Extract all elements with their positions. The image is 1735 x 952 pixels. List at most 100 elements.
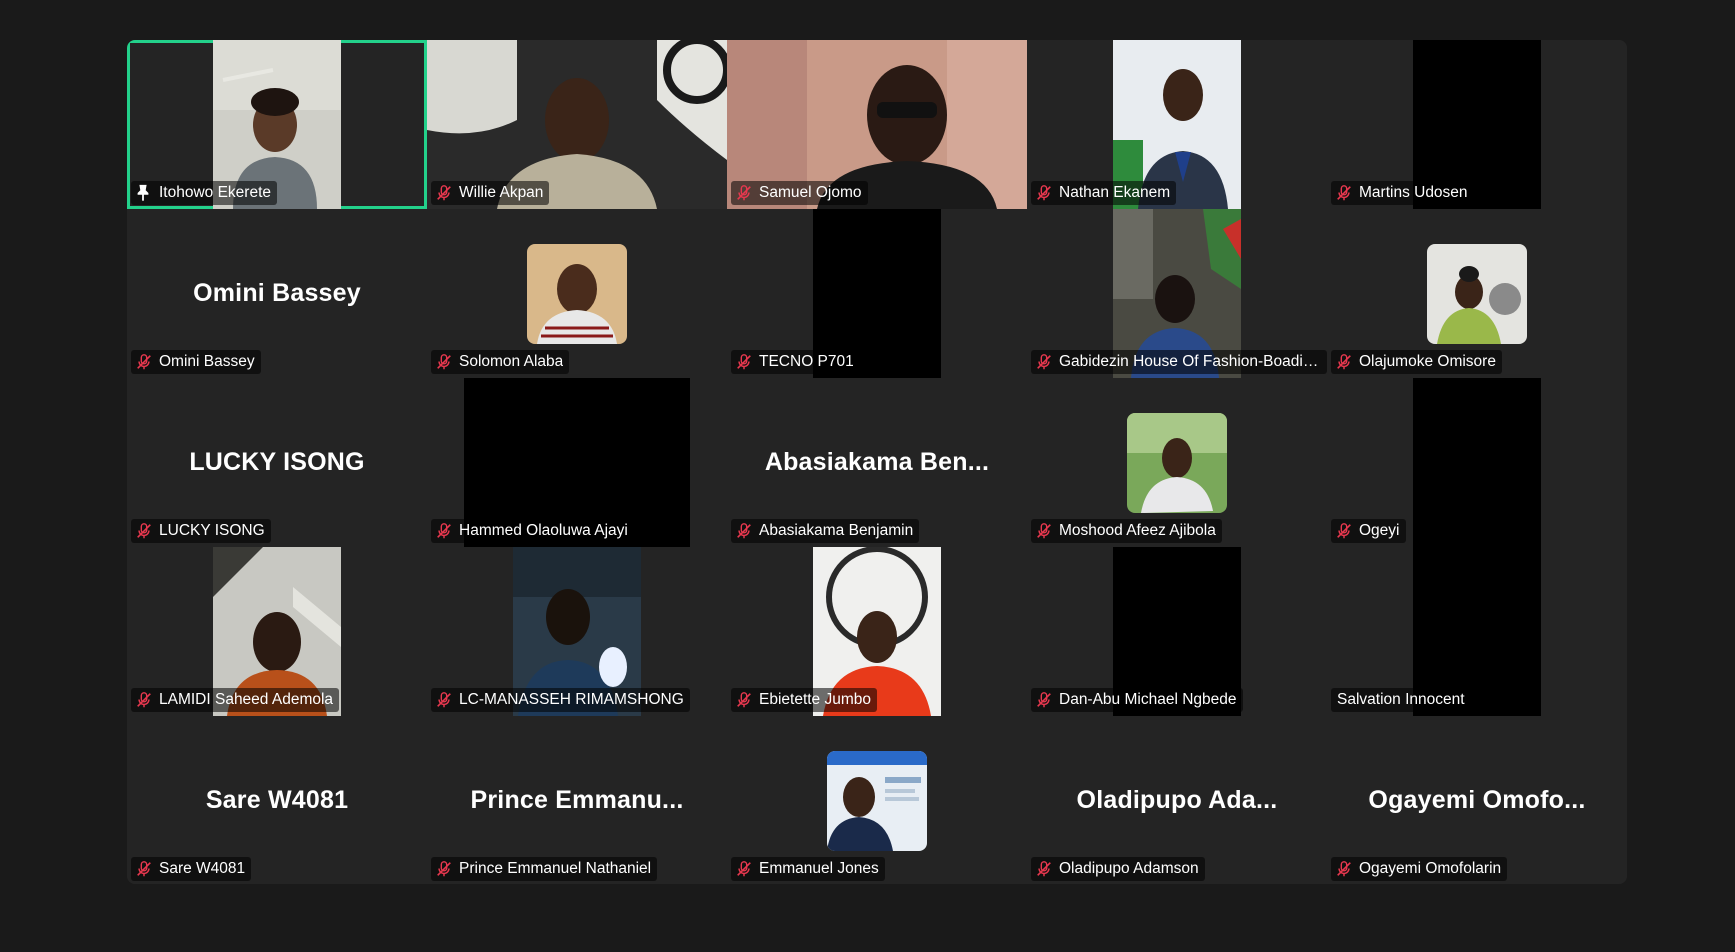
participant-name: Ebietette Jumbo bbox=[759, 691, 872, 708]
participant-name: LAMIDI Saheed Ademola bbox=[159, 691, 334, 708]
participant-name-label: Martins Udosen bbox=[1331, 181, 1474, 205]
participant-tile-ogeyi[interactable]: Ogeyi bbox=[1327, 378, 1627, 547]
mic-muted-icon bbox=[1335, 860, 1353, 878]
participant-tile-ogayemi-omofolarin[interactable]: Ogayemi Omofo... Ogayemi Omofolarin bbox=[1327, 716, 1627, 884]
participant-name: LUCKY ISONG bbox=[159, 522, 265, 539]
mic-muted-icon bbox=[1335, 353, 1353, 371]
mic-muted-icon bbox=[1035, 860, 1053, 878]
participant-tile-emmanuel-jones[interactable]: Emmanuel Jones bbox=[727, 716, 1027, 884]
participant-tile-lamidi-saheed-ademola[interactable]: LAMIDI Saheed Ademola bbox=[127, 547, 427, 716]
participant-tile-dan-abu-michael-ngbede[interactable]: Dan-Abu Michael Ngbede bbox=[1027, 547, 1327, 716]
participant-name: Omini Bassey bbox=[159, 353, 255, 370]
participant-name: Abasiakama Benjamin bbox=[759, 522, 914, 539]
participant-name-label: Sare W4081 bbox=[131, 857, 252, 881]
participant-name-label: Prince Emmanuel Nathaniel bbox=[431, 857, 658, 881]
participant-name: Moshood Afeez Ajibola bbox=[1059, 522, 1216, 539]
participant-display-name: Oladipupo Ada... bbox=[1076, 786, 1278, 814]
mic-muted-icon bbox=[135, 860, 153, 878]
participant-tile-hammed-olaoluwa-ajayi[interactable]: Hammed Olaoluwa Ajayi bbox=[427, 378, 727, 547]
participant-tile-sare-w4081[interactable]: Sare W4081 Sare W4081 bbox=[127, 716, 427, 884]
participant-video bbox=[1413, 378, 1541, 547]
mic-muted-icon bbox=[435, 860, 453, 878]
participant-tile-olajumoke-omisore[interactable]: Olajumoke Omisore bbox=[1327, 209, 1627, 378]
participant-tile-nathan-ekanem[interactable]: Nathan Ekanem bbox=[1027, 40, 1327, 209]
participant-display-name: Omini Bassey bbox=[193, 279, 361, 307]
participant-name: Ogeyi bbox=[1359, 522, 1400, 539]
participant-tile-lc-manasseh-rimamshong[interactable]: LC-MANASSEH RIMAMSHONG bbox=[427, 547, 727, 716]
participant-name-label: TECNO P701 bbox=[731, 350, 860, 374]
mic-muted-icon bbox=[1035, 353, 1053, 371]
participant-tile-ebietette-jumbo[interactable]: Ebietette Jumbo bbox=[727, 547, 1027, 716]
mic-muted-icon bbox=[135, 522, 153, 540]
mic-muted-icon bbox=[735, 353, 753, 371]
participant-name-label: Dan-Abu Michael Ngbede bbox=[1031, 688, 1243, 712]
participant-display-name: LUCKY ISONG bbox=[189, 448, 365, 476]
participant-name-label: Ebietette Jumbo bbox=[731, 688, 878, 712]
participant-name-label: Abasiakama Benjamin bbox=[731, 519, 920, 543]
participant-tile-oladipupo-adamson[interactable]: Oladipupo Ada... Oladipupo Adamson bbox=[1027, 716, 1327, 884]
participant-name: Olajumoke Omisore bbox=[1359, 353, 1496, 370]
participant-name-label: Salvation Innocent bbox=[1331, 688, 1471, 712]
participant-name: Sare W4081 bbox=[159, 860, 246, 877]
mic-muted-icon bbox=[1035, 691, 1053, 709]
participant-name-label: Samuel Ojomo bbox=[731, 181, 868, 205]
avatar bbox=[827, 751, 927, 851]
participant-tile-omini-bassey[interactable]: Omini Bassey Omini Bassey bbox=[127, 209, 427, 378]
participant-name-label: Ogeyi bbox=[1331, 519, 1406, 543]
mic-muted-icon bbox=[435, 353, 453, 371]
participant-tile-samuel-ojomo[interactable]: Samuel Ojomo bbox=[727, 40, 1027, 209]
participant-name: LC-MANASSEH RIMAMSHONG bbox=[459, 691, 684, 708]
mic-muted-icon bbox=[435, 184, 453, 202]
participant-name-label: Willie Akpan bbox=[431, 181, 550, 205]
mic-muted-icon bbox=[735, 860, 753, 878]
meeting-window: Itohowo Ekerete Willie Akpan Samuel Ojom… bbox=[0, 0, 1735, 952]
mic-muted-icon bbox=[735, 691, 753, 709]
participant-name: Ogayemi Omofolarin bbox=[1359, 860, 1502, 877]
participant-name: Willie Akpan bbox=[459, 184, 544, 201]
participant-tile-tecno-p701[interactable]: TECNO P701 bbox=[727, 209, 1027, 378]
participant-name-label: Gabidezin House Of Fashion-Boadi A... bbox=[1031, 350, 1327, 374]
mic-muted-icon bbox=[735, 522, 753, 540]
participant-display-name: Prince Emmanu... bbox=[470, 786, 684, 814]
participant-name: Itohowo Ekerete bbox=[159, 184, 272, 201]
participant-name: Martins Udosen bbox=[1359, 184, 1468, 201]
participant-tile-lucky-isong[interactable]: LUCKY ISONG LUCKY ISONG bbox=[127, 378, 427, 547]
participant-name-label: Omini Bassey bbox=[131, 350, 261, 374]
participant-name-label: Nathan Ekanem bbox=[1031, 181, 1177, 205]
participant-tile-moshood-afeez-ajibola[interactable]: Moshood Afeez Ajibola bbox=[1027, 378, 1327, 547]
participant-display-name: Sare W4081 bbox=[205, 786, 349, 814]
participant-name: Dan-Abu Michael Ngbede bbox=[1059, 691, 1237, 708]
participant-name: Samuel Ojomo bbox=[759, 184, 862, 201]
participant-name: Nathan Ekanem bbox=[1059, 184, 1171, 201]
participant-name-label: Ogayemi Omofolarin bbox=[1331, 857, 1508, 881]
participant-name-label: Oladipupo Adamson bbox=[1031, 857, 1205, 881]
participant-name-label: Olajumoke Omisore bbox=[1331, 350, 1502, 374]
participant-name-label: LC-MANASSEH RIMAMSHONG bbox=[431, 688, 690, 712]
participant-tile-prince-emmanuel-nathaniel[interactable]: Prince Emmanu... Prince Emmanuel Nathani… bbox=[427, 716, 727, 884]
mic-muted-icon bbox=[735, 184, 753, 202]
mic-muted-icon bbox=[435, 691, 453, 709]
participant-name-label: LAMIDI Saheed Ademola bbox=[131, 688, 340, 712]
mic-muted-icon bbox=[135, 691, 153, 709]
participant-name: Solomon Alaba bbox=[459, 353, 564, 370]
participant-tile-itohowo-ekerete[interactable]: Itohowo Ekerete bbox=[127, 40, 427, 209]
participant-tile-solomon-alaba[interactable]: Solomon Alaba bbox=[427, 209, 727, 378]
mic-muted-icon bbox=[435, 522, 453, 540]
participant-name: Prince Emmanuel Nathaniel bbox=[459, 860, 652, 877]
mic-muted-icon bbox=[1035, 184, 1053, 202]
avatar bbox=[1427, 244, 1527, 344]
avatar bbox=[527, 244, 627, 344]
mic-muted-icon bbox=[1035, 522, 1053, 540]
participant-tile-martins-udosen[interactable]: Martins Udosen bbox=[1327, 40, 1627, 209]
participant-tile-gabidezin-house[interactable]: Gabidezin House Of Fashion-Boadi A... bbox=[1027, 209, 1327, 378]
participant-name-label: LUCKY ISONG bbox=[131, 519, 271, 543]
participant-name: Salvation Innocent bbox=[1337, 691, 1465, 708]
mic-muted-icon bbox=[1335, 522, 1353, 540]
participant-name-label: Hammed Olaoluwa Ajayi bbox=[431, 519, 634, 543]
participant-tile-salvation-innocent[interactable]: Salvation Innocent bbox=[1327, 547, 1627, 716]
participant-tile-willie-akpan[interactable]: Willie Akpan bbox=[427, 40, 727, 209]
gallery-view: Itohowo Ekerete Willie Akpan Samuel Ojom… bbox=[127, 40, 1627, 884]
participant-tile-abasiakama-benjamin[interactable]: Abasiakama Ben... Abasiakama Benjamin bbox=[727, 378, 1027, 547]
participant-display-name: Ogayemi Omofo... bbox=[1368, 786, 1586, 814]
participant-name: Hammed Olaoluwa Ajayi bbox=[459, 522, 628, 539]
